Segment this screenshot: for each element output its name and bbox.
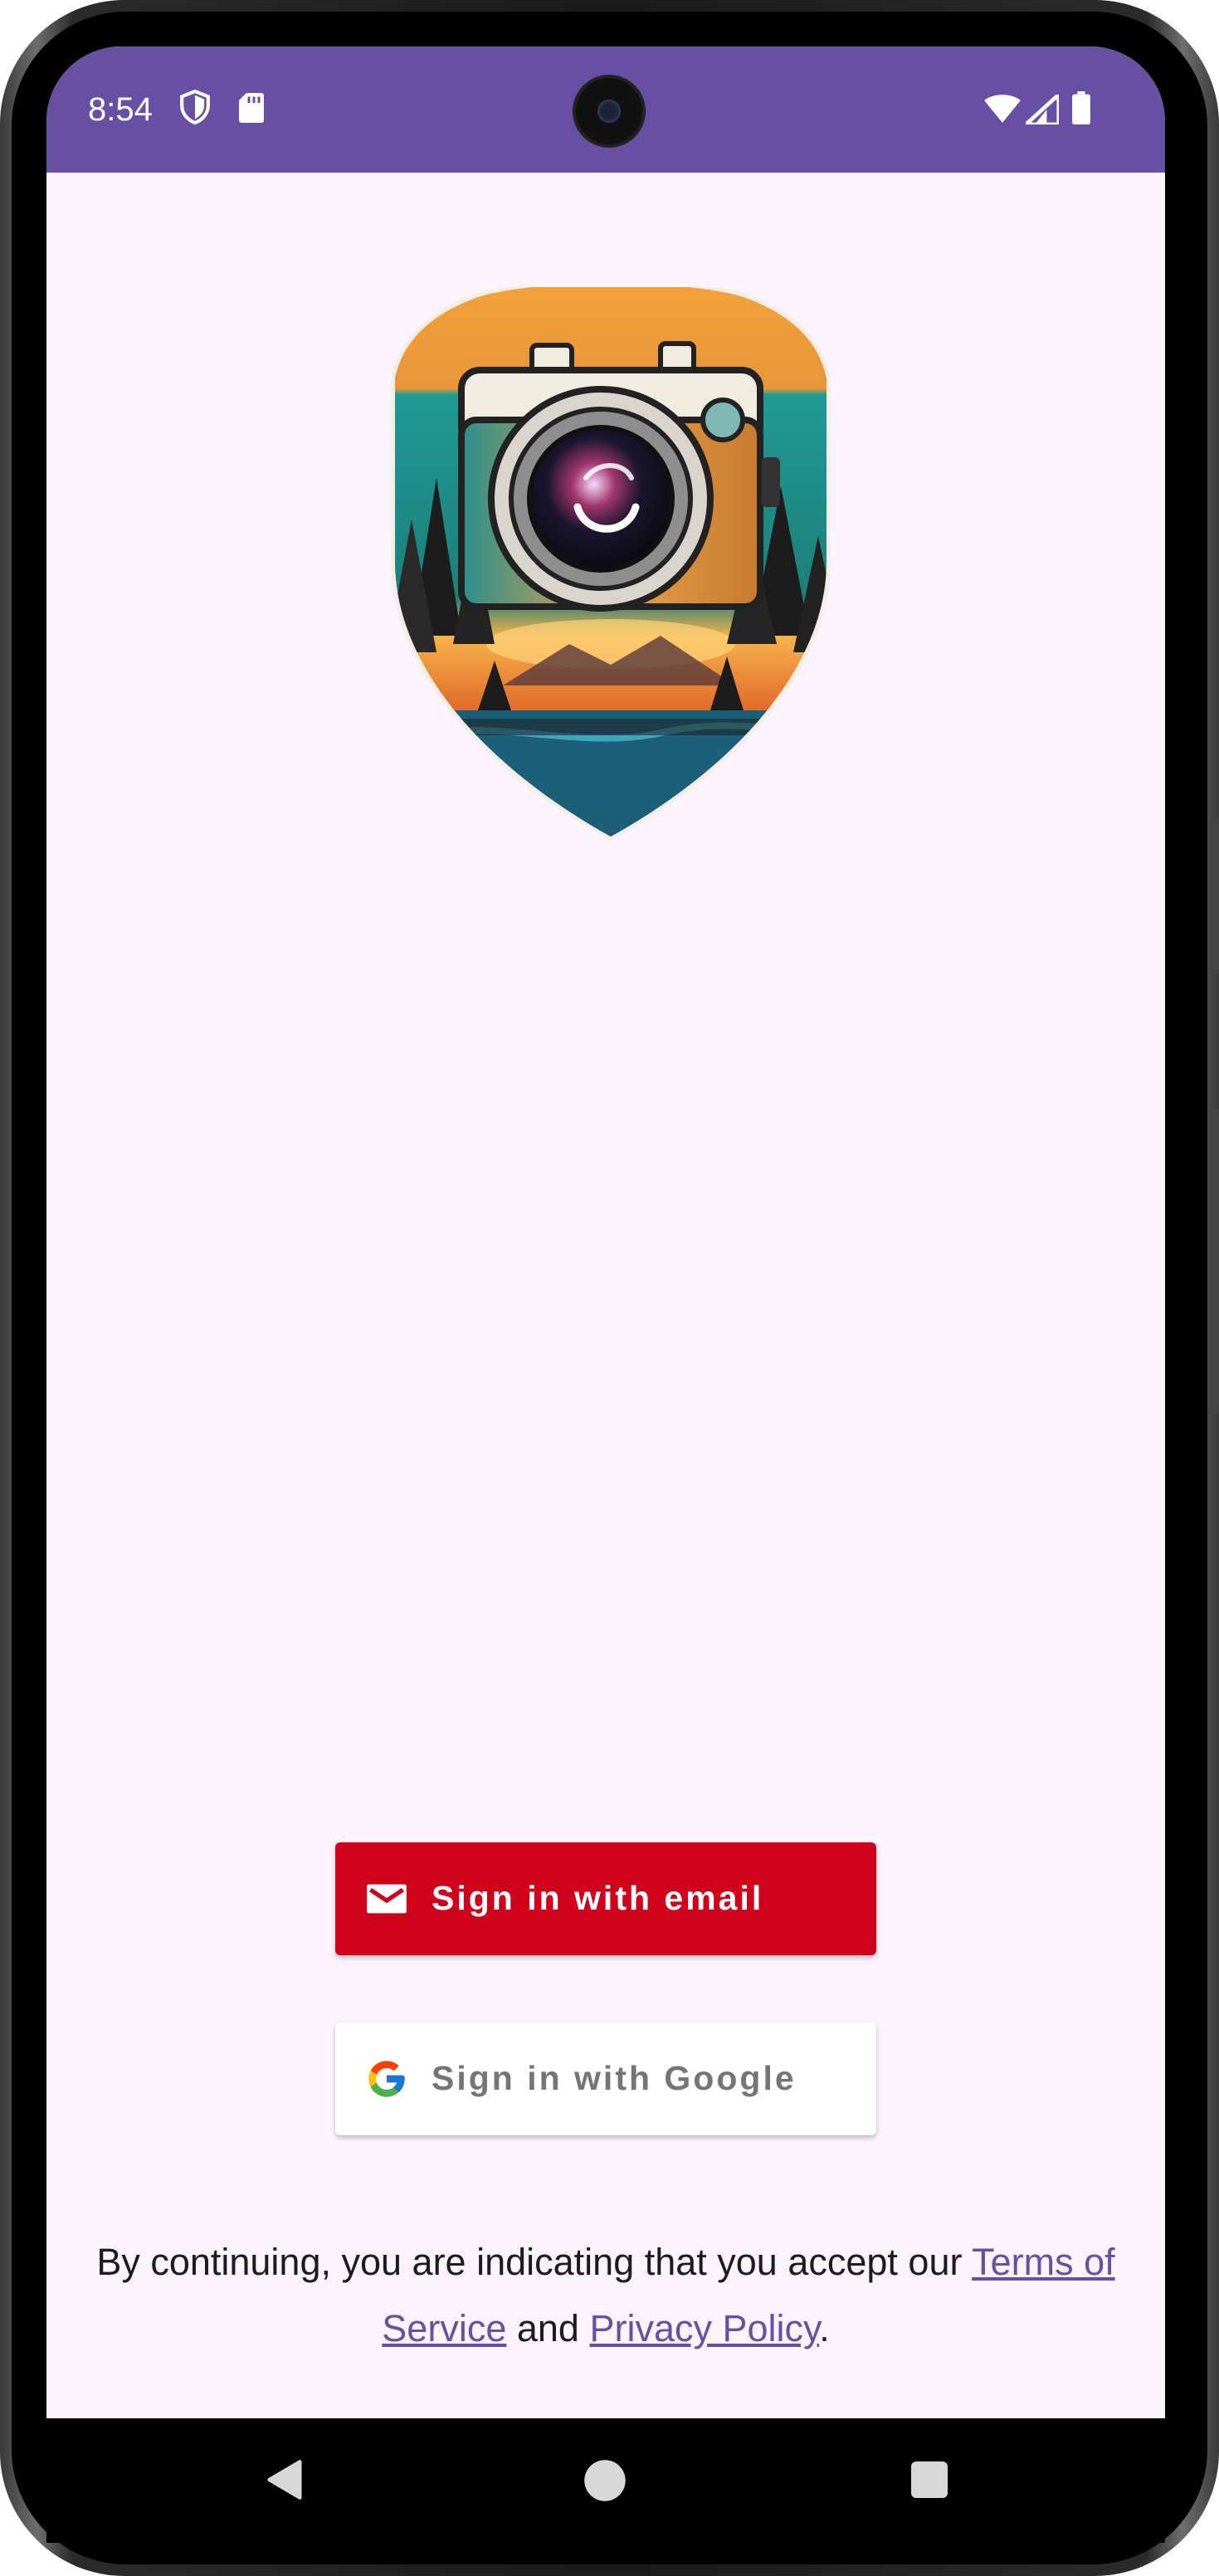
camera-shield-logo: [387, 279, 835, 851]
cell-signal-icon: [1023, 92, 1061, 129]
terms-prefix: By continuing, you are indicating that y…: [96, 2241, 973, 2283]
system-nav-bar: [46, 2418, 1165, 2543]
sign-in-email-button[interactable]: Sign in with email: [335, 1842, 876, 1955]
sign-in-email-label: Sign in with email: [432, 1879, 764, 1917]
status-bar: 8:54: [46, 46, 1165, 173]
back-icon[interactable]: [264, 2458, 307, 2505]
sign-in-google-label: Sign in with Google: [432, 2059, 797, 2097]
front-camera: [573, 75, 646, 148]
power-button: [1211, 1108, 1219, 1415]
battery-icon: [1072, 91, 1090, 129]
sign-in-google-button[interactable]: Sign in with Google: [335, 2022, 876, 2135]
mail-icon: [365, 1877, 408, 1920]
recents-icon[interactable]: [909, 2460, 949, 2504]
terms-middle: and: [506, 2307, 590, 2349]
app-screen: 8:54 Sign in with email Sign in with Goo…: [46, 46, 1165, 2418]
terms-notice: By continuing, you are indicating that y…: [80, 2229, 1132, 2362]
google-icon: [365, 2057, 408, 2100]
status-time: 8:54: [88, 91, 153, 128]
shield-icon: [179, 89, 211, 129]
wifi-icon: [984, 95, 1021, 127]
privacy-policy-link[interactable]: Privacy Policy: [589, 2307, 819, 2349]
sd-card-icon: [239, 93, 264, 127]
home-icon[interactable]: [583, 2458, 627, 2507]
volume-button: [1211, 817, 1219, 975]
terms-suffix: .: [819, 2307, 830, 2349]
